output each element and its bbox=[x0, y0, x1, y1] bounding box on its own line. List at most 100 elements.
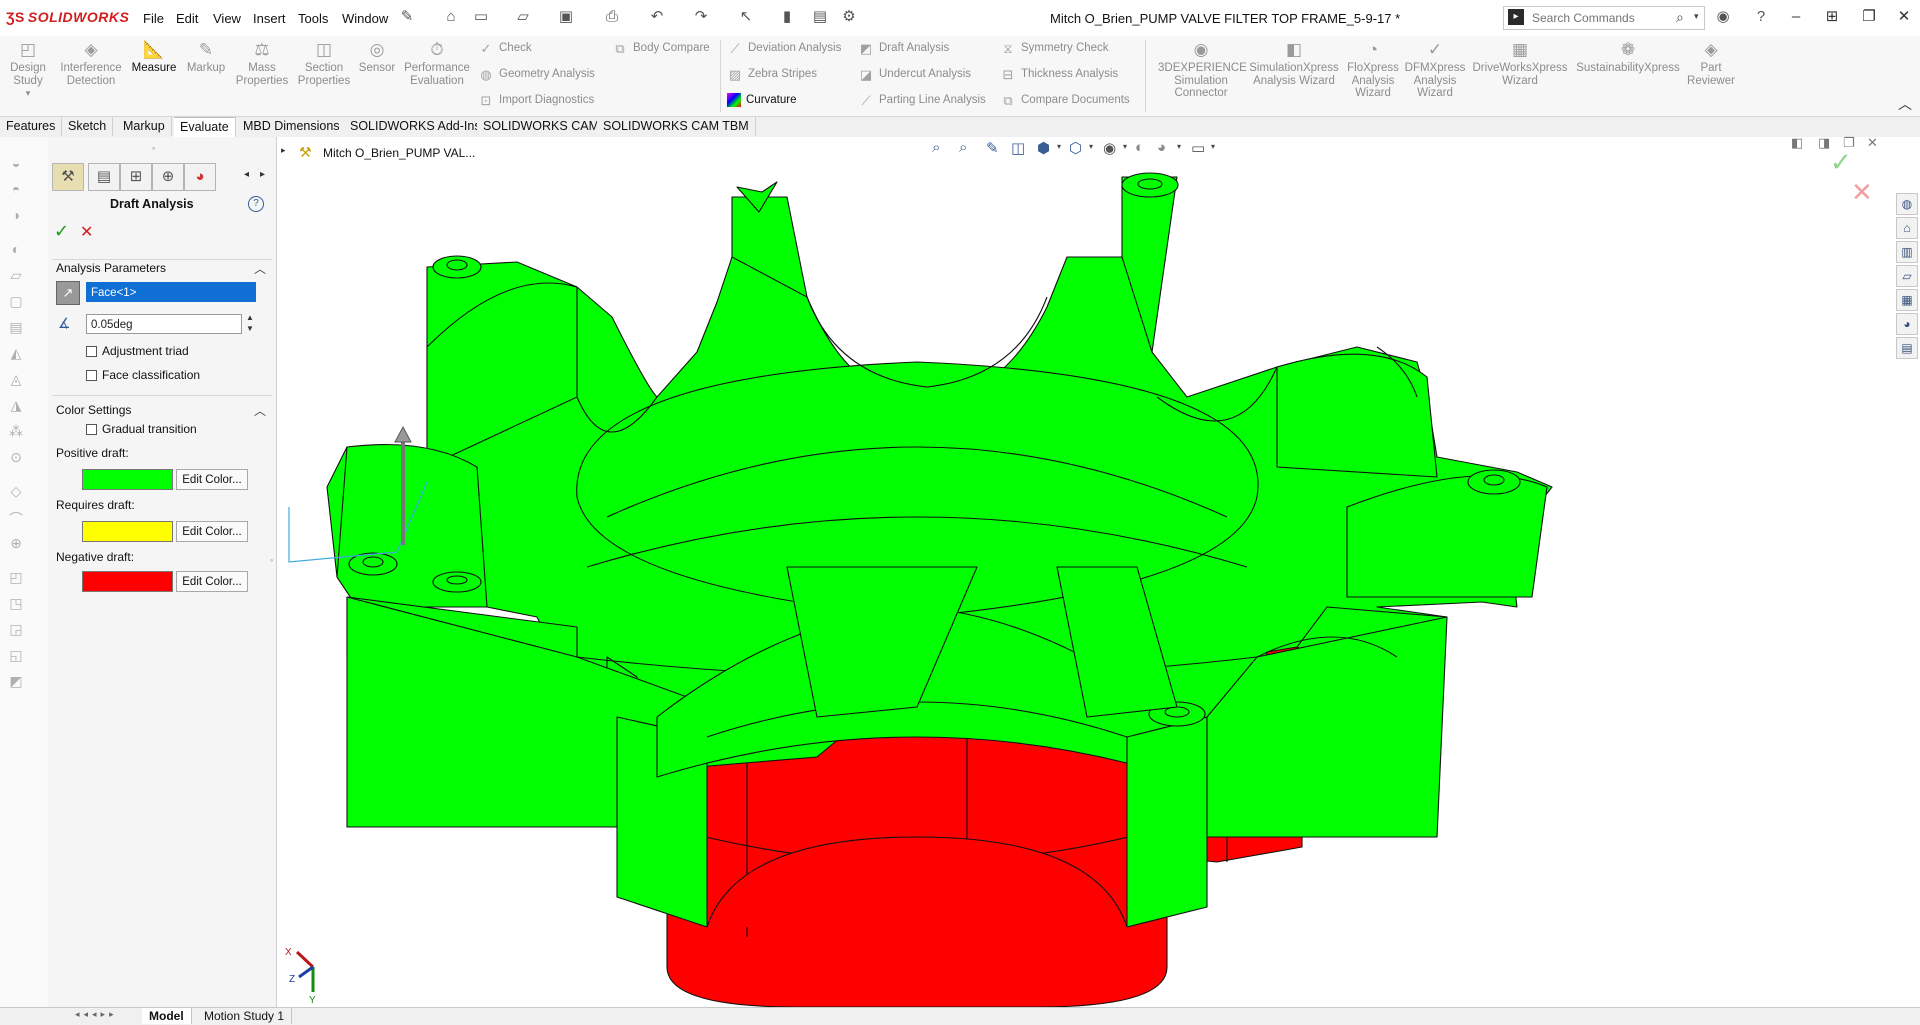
chevron-down-icon[interactable]: ▾ bbox=[1694, 11, 1699, 22]
file-explorer-icon[interactable]: ▱ bbox=[1896, 265, 1918, 287]
tab-dimxpert-manager[interactable]: ⊕ bbox=[152, 163, 184, 191]
menu-window[interactable]: Window bbox=[342, 11, 388, 26]
cancel-x-icon[interactable]: ✕ bbox=[80, 222, 93, 242]
tab-solidworks-add-ins[interactable]: SOLIDWORKS Add-Ins bbox=[344, 117, 488, 136]
sustainabilityxpress-button[interactable]: ❁ SustainabilityXpress bbox=[1572, 40, 1684, 75]
extrude-icon[interactable]: ◒ bbox=[6, 155, 26, 173]
zebra-stripes-button[interactable]: ▨ Zebra Stripes bbox=[727, 67, 817, 82]
tab-solidworks-cam[interactable]: SOLIDWORKS CAM bbox=[477, 117, 606, 136]
view-palette-icon[interactable]: ▦ bbox=[1896, 289, 1918, 311]
check-button[interactable]: ✓ Check bbox=[478, 41, 532, 56]
menu-insert[interactable]: Insert bbox=[253, 11, 286, 26]
draft-icon[interactable]: ◭ bbox=[6, 345, 26, 363]
import-diagnostics-button[interactable]: ⊡ Import Diagnostics bbox=[478, 93, 595, 108]
dfmxpress-button[interactable]: ✓ DFMXpress Analysis Wizard bbox=[1404, 40, 1466, 100]
face-classification-checkbox[interactable] bbox=[86, 370, 97, 381]
edit-requires-color-button[interactable]: Edit Color... bbox=[176, 521, 248, 542]
select-arrow-icon[interactable]: ↖ bbox=[737, 8, 755, 26]
shell-icon[interactable]: ▢ bbox=[6, 293, 26, 311]
thickness-analysis-button[interactable]: ⊟ Thickness Analysis bbox=[1000, 67, 1119, 82]
panel-resize-handle[interactable]: ◦ bbox=[270, 555, 273, 565]
mirror-icon[interactable]: ◮ bbox=[6, 397, 26, 415]
tab-model[interactable]: Model bbox=[142, 1008, 192, 1024]
collapse-chevron-icon[interactable]: ︿ bbox=[254, 402, 266, 419]
fillet-icon[interactable]: ◐ bbox=[6, 241, 26, 259]
markup-button[interactable]: ✎ Markup bbox=[183, 40, 229, 75]
graphics-area[interactable]: ▸ ⚒ Mitch O_Brien_PUMP VAL... ⌕ ⌕ ✎ ◫ ⬢ … bbox=[277, 135, 1920, 1007]
mass-properties-button[interactable]: ⚖ Mass Properties bbox=[232, 40, 292, 87]
solidworks-resources-icon[interactable]: ◍ bbox=[1896, 193, 1918, 215]
interference-detection-button[interactable]: ◈ Interference Detection bbox=[58, 40, 124, 87]
tab-evaluate[interactable]: Evaluate bbox=[174, 117, 236, 137]
mold-tools-icon[interactable]: ◱ bbox=[6, 647, 26, 665]
pattern-icon[interactable]: ⁂ bbox=[6, 423, 26, 441]
color-settings-header[interactable]: Color Settings ︿ bbox=[56, 402, 268, 419]
pin-icon[interactable]: ✎ bbox=[398, 8, 416, 26]
menu-file[interactable]: File bbox=[143, 11, 164, 26]
home-icon[interactable]: ⌂ bbox=[442, 8, 460, 26]
close-window-button[interactable]: ✕ bbox=[1890, 6, 1918, 28]
driveworksxpress-button[interactable]: ▦ DriveWorksXpress Wizard bbox=[1468, 40, 1572, 87]
sheet-metal-icon[interactable]: ◳ bbox=[6, 595, 26, 613]
print-icon[interactable]: ⎙ bbox=[603, 8, 621, 26]
scroll-tabs-left-icon[interactable]: ◂ bbox=[244, 169, 249, 180]
ok-checkmark-icon[interactable]: ✓ bbox=[54, 221, 69, 242]
sweep-icon[interactable]: ◑ bbox=[6, 207, 26, 225]
chamfer-icon[interactable]: ▱ bbox=[6, 267, 26, 285]
spin-up-icon[interactable]: ▲ bbox=[246, 313, 254, 322]
undo-icon[interactable]: ↶ bbox=[648, 8, 666, 26]
tab-display-manager[interactable]: ◕ bbox=[184, 163, 216, 191]
minimize-button[interactable]: – bbox=[1782, 6, 1810, 28]
search-input[interactable] bbox=[1530, 10, 1674, 26]
performance-evaluation-button[interactable]: ⏱ Performance Evaluation bbox=[402, 40, 472, 87]
tab-markup[interactable]: Markup bbox=[117, 117, 172, 136]
draft-analysis-button[interactable]: ◩ Draft Analysis bbox=[858, 41, 949, 56]
reference-geometry-icon[interactable]: ◇ bbox=[6, 483, 26, 501]
tab-feature-manager[interactable]: ⚒ bbox=[52, 163, 84, 191]
restore-window-button[interactable]: ❐ bbox=[1855, 6, 1883, 28]
curves-icon[interactable]: ⌒ bbox=[6, 509, 26, 527]
options-gear-icon[interactable]: ⚙ bbox=[840, 8, 858, 26]
tab-mbd-dimensions[interactable]: MBD Dimensions bbox=[237, 117, 347, 136]
deviation-analysis-button[interactable]: ⟋ Deviation Analysis bbox=[727, 41, 841, 56]
3dexperience-simulation-button[interactable]: ◉ 3DEXPERIENCE Simulation Connector bbox=[1158, 40, 1247, 100]
edit-negative-color-button[interactable]: Edit Color... bbox=[176, 571, 248, 592]
save-icon[interactable]: ▣ bbox=[557, 8, 575, 26]
symmetry-check-button[interactable]: ⧖ Symmetry Check bbox=[1000, 41, 1108, 56]
sensor-button[interactable]: ◎ Sensor bbox=[355, 40, 399, 75]
instant3d-icon[interactable]: ⊕ bbox=[6, 535, 26, 553]
menu-tools[interactable]: Tools bbox=[298, 11, 328, 26]
tab-solidworks-cam-tbm[interactable]: SOLIDWORKS CAM TBM bbox=[597, 117, 756, 136]
floxpress-button[interactable]: ◔ FloXpress Analysis Wizard bbox=[1344, 40, 1402, 100]
home-icon[interactable]: ⌂ bbox=[1896, 217, 1918, 239]
direction-of-pull-field[interactable]: Face<1> bbox=[86, 282, 256, 302]
menu-edit[interactable]: Edit bbox=[176, 11, 198, 26]
compare-documents-button[interactable]: ⧉ Compare Documents bbox=[1000, 93, 1129, 108]
measure-button[interactable]: 📐 Measure bbox=[128, 40, 180, 75]
part-reviewer-button[interactable]: ◈ Part Reviewer bbox=[1684, 40, 1738, 87]
panel-grip-icon[interactable]: ◦ bbox=[152, 143, 155, 153]
tab-scroll-arrows-icon[interactable]: ◂◂◂▸▸ bbox=[75, 1009, 118, 1020]
file-properties-icon[interactable]: ▤ bbox=[811, 8, 829, 26]
tab-motion-study-1[interactable]: Motion Study 1 bbox=[197, 1008, 293, 1024]
tab-configuration-manager[interactable]: ⊞ bbox=[120, 163, 152, 191]
weldment-icon[interactable]: ◲ bbox=[6, 621, 26, 639]
open-folder-icon[interactable]: ▱ bbox=[514, 8, 532, 26]
rib-icon[interactable]: ▤ bbox=[6, 319, 26, 337]
scroll-tabs-right-icon[interactable]: ▸ bbox=[260, 169, 265, 180]
body-compare-button[interactable]: ⧉ Body Compare bbox=[612, 41, 709, 56]
edit-positive-color-button[interactable]: Edit Color... bbox=[176, 469, 248, 490]
help-icon[interactable]: ? bbox=[248, 196, 264, 212]
analysis-parameters-header[interactable]: Analysis Parameters ︿ bbox=[56, 261, 268, 276]
adjustment-triad-checkbox[interactable] bbox=[86, 346, 97, 357]
hole-wizard-icon[interactable]: ⊙ bbox=[6, 449, 26, 467]
search-icon[interactable]: ⌕ bbox=[1676, 9, 1684, 26]
new-document-icon[interactable]: ▭ bbox=[472, 8, 490, 26]
direct-edit-icon[interactable]: ◩ bbox=[6, 673, 26, 691]
collapse-ribbon-icon[interactable]: ︿ bbox=[1898, 94, 1912, 114]
help-icon[interactable]: ? bbox=[1752, 8, 1770, 26]
search-commands-box[interactable]: ▸ ⌕ ▾ bbox=[1503, 6, 1705, 30]
custom-properties-icon[interactable]: ▤ bbox=[1896, 337, 1918, 359]
tab-property-manager[interactable]: ▤ bbox=[88, 163, 120, 191]
curvature-button[interactable]: Curvature bbox=[727, 93, 797, 107]
